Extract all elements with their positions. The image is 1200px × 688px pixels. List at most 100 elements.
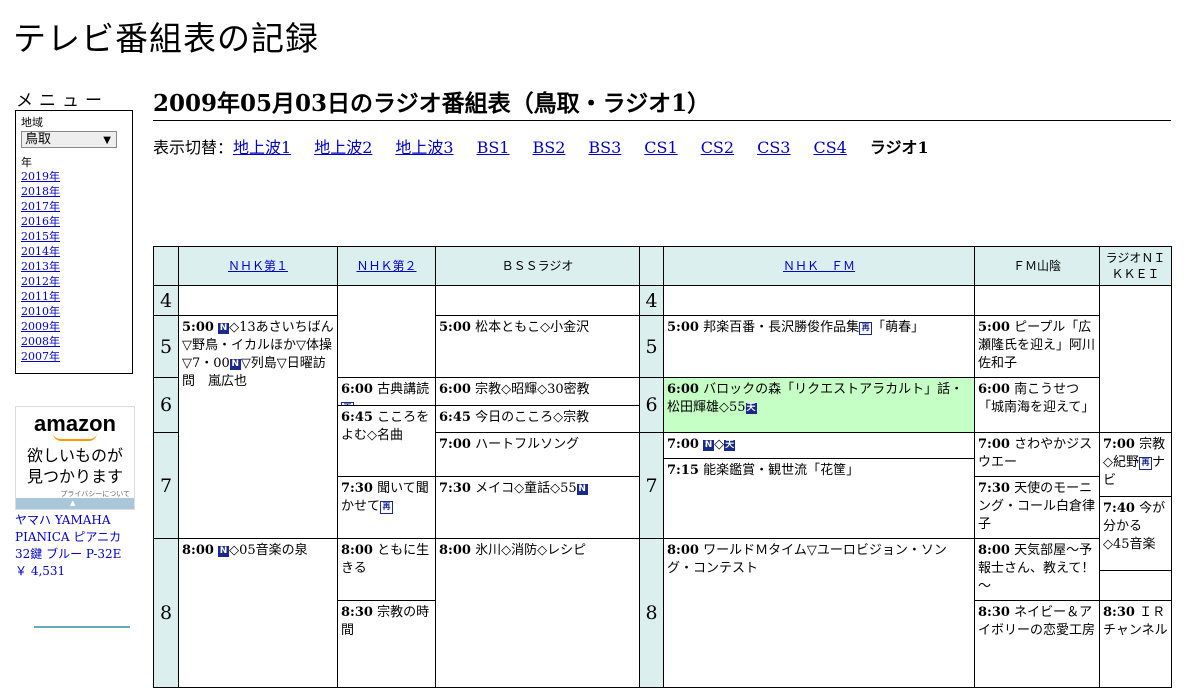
program-cell-fm-715[interactable]: 7:15 能楽鑑賞・観世流「花筐」 [663,458,975,539]
program-cell-bss-600[interactable]: 6:00 宗教◇昭輝◇30密教 [435,377,640,406]
year-list: 2019年 2018年 2017年 2016年 2015年 2014年 2013… [21,169,132,364]
news-badge-icon: N [703,440,715,451]
year-link-2011[interactable]: 2011年 [21,290,60,303]
program-time: 5:00 [182,320,214,335]
program-cell-fms-800[interactable]: 8:00 天気部屋～予報士さん、教えて！～ [974,538,1100,601]
region-select[interactable]: 鳥取 ▼ [21,131,117,148]
program-title: ハートフルソング [475,437,580,452]
program-cell-nhk2-645[interactable]: 6:45 こころをよむ◇名曲 [337,405,436,477]
channel-link-nhkfm[interactable]: ＮＨＫ ＦＭ [783,258,855,274]
program-cell-nk-740[interactable]: 7:40 今が分かる◇45音楽 [1099,496,1172,571]
program-title: 松本ともこ◇小金沢 [475,320,590,335]
program-cell-fms-empty [974,285,1100,316]
rerun-badge-icon: 再 [859,322,873,335]
switch-link-cs4[interactable]: CS4 [813,138,846,157]
program-time: 8:30 [1103,605,1135,620]
year-link-2014[interactable]: 2014年 [21,245,60,258]
year-link-2012[interactable]: 2012年 [21,275,60,288]
program-cell-bss-800[interactable]: 8:00 氷川◇消防◇レシピ [435,538,640,688]
program-time: 6:00 [341,382,373,397]
program-cell-fm-800[interactable]: 8:00 ワールドＭタイム▽ユーロビジョン・ソング・コンテスト [663,538,975,688]
program-cell-fms-600[interactable]: 6:00 南こうせつ「城南海を迎えて」 [974,377,1100,433]
program-time: 8:00 [978,543,1010,558]
product-link[interactable]: ヤマハ YAMAHA PIANICA ピアニカ 32鍵 ブルー P-32E ￥ … [15,512,140,580]
program-cell-fms-730[interactable]: 7:30 天使のモーニング・コール白倉律子 [974,476,1100,539]
product-title[interactable]: ヤマハ YAMAHA PIANICA ピアニカ 32鍵 ブルー P-32E [15,513,121,561]
hour-label-7-left: 7 [153,432,179,539]
program-cell-bss-645[interactable]: 6:45 今日のこころ◇宗教 [435,405,640,433]
switch-link-bs3[interactable]: BS3 [588,138,621,157]
channel-link-nhk2[interactable]: ＮＨＫ第２ [356,258,416,274]
program-title-cont: 「萌春」 [872,320,925,335]
channel-link-nhk1[interactable]: ＮＨＫ第１ [228,258,288,274]
program-cell-nk-empty [1099,285,1172,433]
program-time: 5:00 [439,320,471,335]
switch-link-chijoha3[interactable]: 地上波3 [395,138,453,157]
year-link-2015[interactable]: 2015年 [21,230,60,243]
year-link-2009[interactable]: 2009年 [21,320,60,333]
program-cell-bss-500[interactable]: 5:00 松本ともこ◇小金沢 [435,315,640,378]
program-cell-fms-500[interactable]: 5:00 ピープル「広瀬隆氏を迎え」阿川佐和子 [974,315,1100,378]
channel-header-bss: ＢＳＳラジオ [435,246,640,286]
program-cell-bss-empty [435,285,640,316]
program-cell-nhk2-730[interactable]: 7:30 聞いて聞かせて再 [337,476,436,539]
program-time: 5:00 [667,320,699,335]
channel-header-fmsanin: ＦＭ山陰 [974,246,1100,286]
switch-link-chijoha2[interactable]: 地上波2 [314,138,372,157]
program-cell-nhk2-600[interactable]: 6:00 古典講読再 [337,377,436,406]
program-time: 6:45 [439,410,471,425]
switch-link-bs1[interactable]: BS1 [477,138,510,157]
year-link-2007[interactable]: 2007年 [21,350,60,363]
year-link-2018[interactable]: 2018年 [21,185,60,198]
program-time: 7:00 [1103,437,1135,452]
region-select-value: 鳥取 [25,132,52,147]
program-title: 宗教◇昭輝◇30密教 [475,382,590,397]
hour-label-4-right: 4 [639,285,664,316]
program-title: 氷川◇消防◇レシピ [475,543,587,558]
hour-label-8-left: 8 [153,538,179,688]
program-cell-nhk2-800[interactable]: 8:00 ともに生きる [337,538,436,601]
program-cell-fm-700[interactable]: 7:00 N ◇天 [663,432,975,459]
program-time: 8:00 [667,543,699,558]
program-time: 8:00 [341,543,373,558]
second-ad-edge [34,626,130,632]
program-time: 8:00 [439,543,471,558]
amazon-ad-banner[interactable]: amazon 欲しいものが 見つかります プライバシーについて ▲ [15,406,135,510]
year-label: 年 [21,156,32,169]
program-title: ◇05音楽の泉 [229,543,308,558]
program-time: 6:00 [439,382,471,397]
program-title: ワールドＭタイム▽ユーロビジョン・ソング・コンテスト [667,543,947,576]
program-cell-fms-830[interactable]: 8:30 ネイビー＆アイボリーの恋愛工房 [974,600,1100,688]
program-title: 邦楽百番・長沢勝俊作品集 [703,320,860,335]
switch-link-bs2[interactable]: BS2 [532,138,565,157]
program-cell-nk-700[interactable]: 7:00 宗教◇紀野再ナビ [1099,432,1172,497]
ad-caret-icon: ▲ [70,499,76,507]
switch-link-cs3[interactable]: CS3 [757,138,790,157]
year-link-2016[interactable]: 2016年 [21,215,60,228]
program-cell-fm-500[interactable]: 5:00 邦楽百番・長沢勝俊作品集再「萌春」 [663,315,975,378]
program-cell-nk-830[interactable]: 8:30 ＩＲチャンネル [1099,600,1172,688]
channel-header-nhkfm: ＮＨＫ ＦＭ [663,246,975,286]
year-link-2017[interactable]: 2017年 [21,200,60,213]
program-title: バロックの森「リクエストアラカルト」話・松田輝雄◇55 [667,382,964,415]
program-cell-fms-700[interactable]: 7:00 さわやかジスウエー [974,432,1100,477]
program-cell-nhk2-830[interactable]: 8:30 宗教の時間 [337,600,436,688]
switch-link-cs1[interactable]: CS1 [644,138,677,157]
year-link-2010[interactable]: 2010年 [21,305,60,318]
hour-label-6-left: 6 [153,377,179,433]
region-label: 地域 [21,116,43,129]
program-cell-nk-empty2 [1099,570,1172,601]
program-time: 7:00 [978,437,1010,452]
view-switcher: 表示切替：地上波1 地上波2 地上波3 BS1 BS2 BS3 CS1 CS2 CS3 CS4 ラジ… [153,134,929,158]
program-cell-bss-730[interactable]: 7:30 メイコ◇童話◇55 N [435,476,640,539]
switch-link-chijoha1[interactable]: 地上波1 [233,138,291,157]
year-link-2019[interactable]: 2019年 [21,170,60,183]
year-link-2013[interactable]: 2013年 [21,260,60,273]
program-cell-bss-700[interactable]: 7:00 ハートフルソング [435,432,640,477]
program-cell-nhk1-500[interactable]: 5:00 N ◇13あさいちばん▽野鳥・イカルほか▽体操▽7・00 N ▽列島▽日曜訪… [178,315,338,539]
program-cell-nhk1-800[interactable]: 8:00 N ◇05音楽の泉 [178,538,338,688]
program-time: 8:00 [182,543,214,558]
program-cell-fm-600-highlighted[interactable]: 6:00 バロックの森「リクエストアラカルト」話・松田輝雄◇55天 [663,377,975,433]
year-link-2008[interactable]: 2008年 [21,335,60,348]
switch-link-cs2[interactable]: CS2 [701,138,734,157]
